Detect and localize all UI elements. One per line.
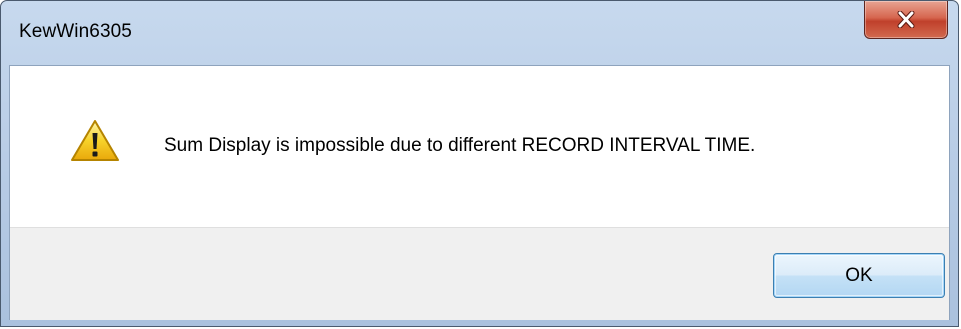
button-area: OK (10, 227, 949, 320)
message-area: Sum Display is impossible due to differe… (10, 66, 949, 227)
dialog-client-area: Sum Display is impossible due to differe… (9, 65, 950, 320)
dialog-window: KewWin6305 Sum Display is impossible due… (0, 0, 959, 327)
message-text: Sum Display is impossible due to differe… (164, 135, 756, 156)
close-icon (897, 11, 915, 28)
close-button[interactable] (864, 1, 948, 39)
ok-button[interactable]: OK (773, 253, 945, 298)
warning-icon (71, 120, 119, 161)
title-bar[interactable]: KewWin6305 (1, 1, 958, 65)
window-title: KewWin6305 (19, 21, 132, 42)
